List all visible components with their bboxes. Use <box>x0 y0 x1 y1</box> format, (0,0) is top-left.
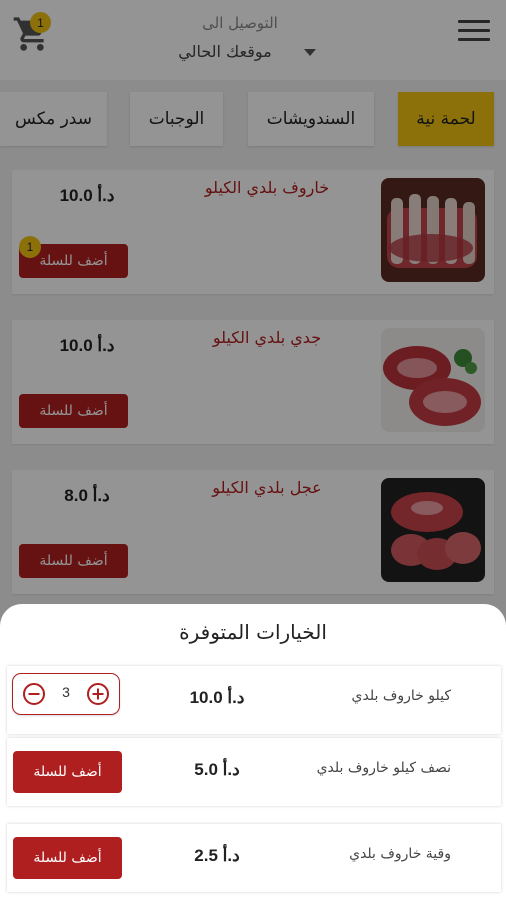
sheet-title: الخيارات المتوفرة <box>179 620 327 644</box>
add-to-cart-button[interactable]: أضف للسلة <box>13 751 122 793</box>
options-bottom-sheet: الخيارات المتوفرة كيلو خاروف بلدي 10.0 د… <box>0 604 506 900</box>
quantity-value: 3 <box>62 684 70 700</box>
minus-circle-icon[interactable] <box>22 682 46 706</box>
option-name: نصف كيلو خاروف بلدي <box>316 760 451 776</box>
option-row: كيلو خاروف بلدي 10.0 د.أ 3 <box>7 666 501 734</box>
quantity-stepper: 3 <box>12 673 120 715</box>
option-name: كيلو خاروف بلدي <box>351 688 451 704</box>
option-name: وقية خاروف بلدي <box>349 846 451 862</box>
plus-circle-icon[interactable] <box>86 682 110 706</box>
app-screen: 1 التوصيل الى موقعك الحالي لحمة نية السن… <box>0 0 506 900</box>
option-price: 2.5 د.أ <box>194 846 240 865</box>
option-price: 5.0 د.أ <box>194 760 240 779</box>
add-to-cart-button[interactable]: أضف للسلة <box>13 837 122 879</box>
option-row: وقية خاروف بلدي 2.5 د.أ أضف للسلة <box>7 824 501 892</box>
option-row: نصف كيلو خاروف بلدي 5.0 د.أ أضف للسلة <box>7 738 501 806</box>
option-price: 10.0 د.أ <box>189 688 245 707</box>
